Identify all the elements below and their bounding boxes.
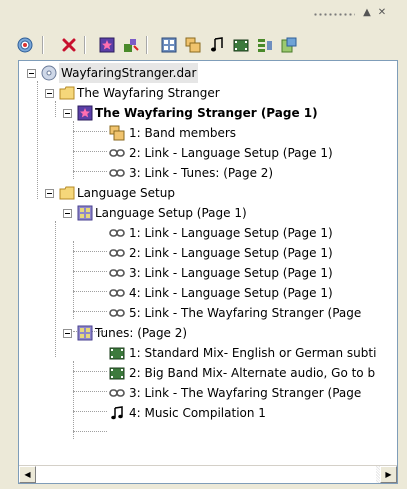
film-icon [109, 365, 125, 381]
horizontal-scrollbar[interactable]: ◀ ▶ [19, 465, 397, 483]
tree-menu[interactable]: The Wayfaring Stranger (Page 1) [19, 103, 397, 123]
tree-menu-label: The Wayfaring Stranger (Page 1) [95, 106, 318, 120]
tree-folder-label: Language Setup [77, 186, 175, 200]
link-icon [109, 265, 125, 281]
tree-item-label: 5: Link - The Wayfaring Stranger (Page [129, 306, 362, 320]
add-playlist-icon[interactable] [254, 34, 276, 56]
add-film-icon[interactable] [230, 34, 252, 56]
tree-item[interactable]: 2: Link - Language Setup (Page 1) [19, 143, 397, 163]
pin-icon[interactable]: ▲ [360, 6, 374, 20]
tree-item[interactable]: 4: Link - Language Setup (Page 1) [19, 283, 397, 303]
slideshow-icon [109, 125, 125, 141]
arrow-left-icon: ◀ [24, 470, 31, 479]
tree-item-label: 2: Big Band Mix- Alternate audio, Go to … [129, 366, 376, 380]
link-icon [109, 305, 125, 321]
tree-item[interactable]: 5: Link - The Wayfaring Stranger (Page [19, 303, 397, 323]
collapse-icon[interactable] [45, 189, 54, 198]
tree-item[interactable]: 3: Link - Language Setup (Page 1) [19, 263, 397, 283]
drag-grip[interactable] [313, 13, 355, 16]
tree-item[interactable]: 1: Band members [19, 123, 397, 143]
tree-menu[interactable]: Language Setup (Page 1) [19, 203, 397, 223]
scroll-thumb[interactable] [36, 466, 376, 483]
tree-item[interactable]: 3: Link - Tunes: (Page 2) [19, 163, 397, 183]
add-folder-icon[interactable] [278, 34, 300, 56]
panel-title-strip: ▲ ✕ [0, 0, 407, 30]
tree-item[interactable]: 4: Music Compilation 1 [19, 403, 397, 423]
add-audio-icon[interactable] [206, 34, 228, 56]
link-icon [109, 165, 125, 181]
menu-grid-icon [77, 325, 93, 341]
tree-root[interactable]: WayfaringStranger.dar [19, 63, 397, 83]
tree-item-label: 3: Link - Language Setup (Page 1) [129, 266, 333, 280]
tree-line [73, 431, 107, 432]
add-link-icon[interactable] [120, 34, 142, 56]
tree-menu-label: Tunes: (Page 2) [95, 326, 188, 340]
tree-item-label: 4: Link - Language Setup (Page 1) [129, 286, 333, 300]
delete-icon[interactable] [58, 34, 80, 56]
tree-item-label: 1: Band members [129, 126, 237, 140]
film-icon [109, 345, 125, 361]
target-icon[interactable] [14, 34, 36, 56]
tree-menu-label: Language Setup (Page 1) [95, 206, 247, 220]
link-icon [109, 145, 125, 161]
scroll-left-button[interactable]: ◀ [19, 466, 36, 483]
tree-item[interactable]: 1: Link - Language Setup (Page 1) [19, 223, 397, 243]
tree-item-label: 3: Link - The Wayfaring Stranger (Page [129, 386, 362, 400]
folder-icon [59, 85, 75, 101]
collapse-icon[interactable] [27, 69, 36, 78]
tree-folder[interactable]: Language Setup [19, 183, 397, 203]
music-note-icon [109, 405, 125, 421]
collapse-icon[interactable] [63, 209, 72, 218]
tree-item-label: 1: Standard Mix- English or German subti [129, 346, 377, 360]
scroll-right-button[interactable]: ▶ [380, 466, 397, 483]
tree-item-label: 2: Link - Language Setup (Page 1) [129, 246, 333, 260]
tree-item[interactable]: 3: Link - The Wayfaring Stranger (Page [19, 383, 397, 403]
close-icon[interactable]: ✕ [375, 6, 389, 20]
toolbar [0, 30, 407, 60]
collapse-icon[interactable] [45, 89, 54, 98]
tree-item-label: 2: Link - Language Setup (Page 1) [129, 146, 333, 160]
tree-item[interactable]: 2: Link - Language Setup (Page 1) [19, 243, 397, 263]
folder-icon [59, 185, 75, 201]
tree-root-label: WayfaringStranger.dar [59, 63, 199, 83]
toolbar-separator [146, 36, 148, 54]
collapse-icon[interactable] [63, 329, 72, 338]
tree-item-label: 3: Link - Tunes: (Page 2) [129, 166, 274, 180]
collapse-icon[interactable] [63, 109, 72, 118]
project-tree-panel: WayfaringStranger.dar The Wayfaring Stra… [18, 60, 398, 484]
link-icon [109, 385, 125, 401]
toolbar-separator [84, 36, 86, 54]
menu-icon [77, 105, 93, 121]
link-icon [109, 225, 125, 241]
tree-item[interactable]: 1: Standard Mix- English or German subti [19, 343, 397, 363]
add-track-icon[interactable] [158, 34, 180, 56]
tree-folder[interactable]: The Wayfaring Stranger [19, 83, 397, 103]
link-icon [109, 285, 125, 301]
tree-folder-label: The Wayfaring Stranger [77, 86, 220, 100]
tree-menu[interactable]: Tunes: (Page 2) [19, 323, 397, 343]
arrow-right-icon: ▶ [385, 470, 392, 479]
link-icon [109, 245, 125, 261]
add-menu-icon[interactable] [96, 34, 118, 56]
tree-item-label: 4: Music Compilation 1 [129, 406, 266, 420]
tree-item[interactable]: 2: Big Band Mix- Alternate audio, Go to … [19, 363, 397, 383]
add-slideshow-icon[interactable] [182, 34, 204, 56]
toolbar-separator [42, 36, 44, 54]
menu-grid-icon [77, 205, 93, 221]
disc-icon [41, 65, 57, 81]
project-tree[interactable]: WayfaringStranger.dar The Wayfaring Stra… [19, 61, 397, 465]
tree-item-label: 1: Link - Language Setup (Page 1) [129, 226, 333, 240]
